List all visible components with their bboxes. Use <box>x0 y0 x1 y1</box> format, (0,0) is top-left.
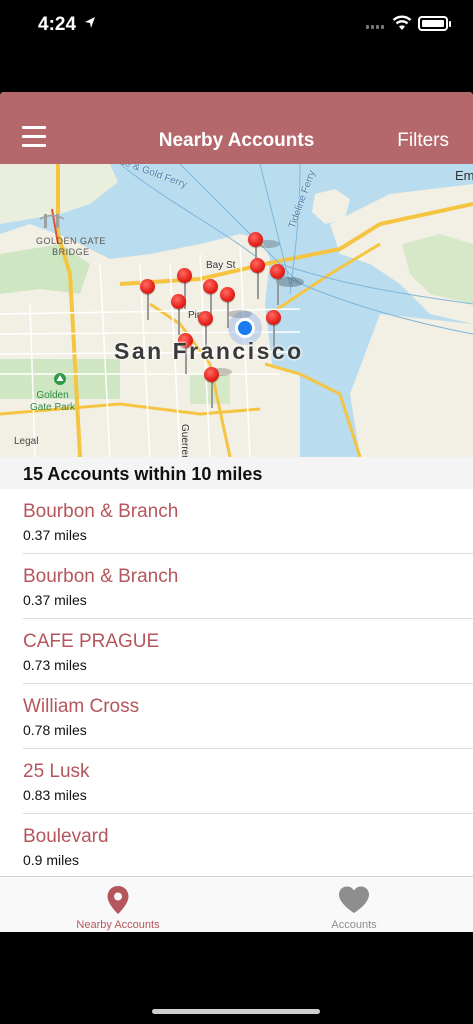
tab-label: Nearby Accounts <box>76 919 160 931</box>
list-item[interactable]: Bourbon & Branch 0.37 miles <box>23 554 473 619</box>
account-name: Bourbon & Branch <box>23 501 179 522</box>
map-pin[interactable] <box>140 279 156 321</box>
accounts-count-label: 15 Accounts within 10 miles <box>23 464 263 484</box>
navigation-bar: Nearby Accounts Filters <box>0 92 473 164</box>
account-distance: 0.9 miles <box>23 852 80 868</box>
map-pin[interactable] <box>204 367 220 409</box>
map-pin-icon <box>107 886 129 914</box>
account-distance: 0.73 miles <box>23 657 87 673</box>
list-item[interactable]: Bourbon & Branch 0.37 miles <box>23 489 473 554</box>
street-bay: Bay St <box>206 260 236 271</box>
list-item[interactable]: Boulevard 0.9 miles <box>23 814 473 879</box>
status-time: 4:24 <box>38 14 77 35</box>
account-list: Bourbon & Branch 0.37 miles Bourbon & Br… <box>0 489 473 879</box>
filters-button[interactable]: Filters <box>397 130 449 152</box>
account-distance: 0.83 miles <box>23 787 87 803</box>
list-item[interactable]: 25 Lusk 0.83 miles <box>23 749 473 814</box>
cellular-signal-icon <box>366 25 384 29</box>
wifi-icon <box>392 15 412 30</box>
heart-icon <box>339 886 369 913</box>
account-name: Bourbon & Branch <box>23 566 179 587</box>
account-distance: 0.78 miles <box>23 722 87 738</box>
location-arrow-icon <box>85 17 95 28</box>
tab-accounts[interactable]: Accounts <box>236 877 472 932</box>
tab-label: Accounts <box>331 919 377 931</box>
account-distance: 0.37 miles <box>23 527 87 543</box>
battery-cap <box>449 21 451 27</box>
legal-link[interactable]: Legal <box>14 436 38 447</box>
tab-bar: Nearby Accounts Accounts <box>0 876 473 932</box>
list-item[interactable]: William Cross 0.78 miles <box>23 684 473 749</box>
status-bar: 4:24 <box>0 0 473 52</box>
map-pin[interactable] <box>220 287 236 329</box>
map-view[interactable]: GOLDEN GATE BRIDGE ue & Gold Ferry Tidel… <box>0 164 473 457</box>
account-name: William Cross <box>23 696 140 717</box>
golden-gate-label: GOLDEN GATE BRIDGE <box>36 236 106 257</box>
tab-nearby-accounts[interactable]: Nearby Accounts <box>0 877 236 932</box>
account-name: 25 Lusk <box>23 761 90 782</box>
home-indicator <box>152 1009 320 1014</box>
app-screen: Nearby Accounts Filters GOLDEN GATE BRID… <box>0 92 473 932</box>
map-pin[interactable] <box>250 258 266 300</box>
account-distance: 0.37 miles <box>23 592 87 608</box>
map-edge-label: Em <box>455 168 473 183</box>
battery-icon <box>418 16 448 31</box>
street-guerrero: Guerrero St <box>179 424 190 457</box>
list-item[interactable]: CAFE PRAGUE 0.73 miles <box>23 619 473 684</box>
list-header: 15 Accounts within 10 miles <box>0 457 473 489</box>
map-pin[interactable] <box>171 294 187 336</box>
map-pin[interactable] <box>270 264 286 306</box>
account-name: Boulevard <box>23 826 109 847</box>
golden-gate-park-label: Golden Gate Park <box>30 390 76 413</box>
map-city-label: San Francisco <box>114 338 304 364</box>
account-name: CAFE PRAGUE <box>23 631 160 652</box>
